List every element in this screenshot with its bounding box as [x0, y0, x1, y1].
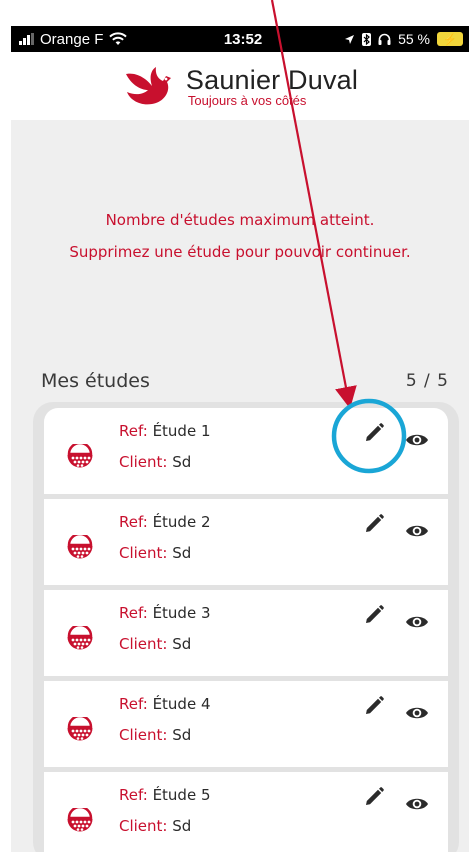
heat-pump-icon	[67, 626, 93, 650]
warning-line-1: Nombre d'études maximum atteint.	[105, 211, 375, 229]
study-card[interactable]: Ref: Étude 5 Client: Sd	[44, 772, 448, 852]
study-ref: Étude 2	[152, 513, 211, 531]
edit-pencil-icon[interactable]	[363, 786, 385, 808]
study-card[interactable]: Ref: Étude 2 Client: Sd	[44, 499, 448, 585]
ref-label: Ref:	[119, 695, 148, 713]
warning-line-2: Supprimez une étude pour pouvoir continu…	[69, 243, 411, 261]
client-label: Client:	[119, 817, 168, 835]
study-ref-row: Ref: Étude 1	[119, 416, 211, 447]
client-label: Client:	[119, 453, 168, 471]
study-client: Sd	[172, 726, 192, 744]
heat-pump-icon	[67, 808, 93, 832]
status-bar: Orange F 13:52 55 % ⚡	[11, 26, 469, 52]
battery-percent: 55 %	[398, 31, 430, 47]
study-card-text: Ref: Étude 5 Client: Sd	[119, 780, 211, 842]
heat-pump-icon	[67, 444, 93, 468]
study-card-text: Ref: Étude 2 Client: Sd	[119, 507, 211, 569]
view-eye-icon[interactable]	[405, 705, 429, 721]
location-arrow-icon	[345, 34, 355, 44]
client-label: Client:	[119, 635, 168, 653]
status-bar-left: Orange F	[11, 31, 181, 48]
ref-label: Ref:	[119, 513, 148, 531]
study-client-row: Client: Sd	[119, 538, 211, 569]
studies-count: 5 / 5	[405, 371, 449, 391]
study-ref-row: Ref: Étude 3	[119, 598, 211, 629]
brand-tagline: Toujours à vos côtés	[187, 92, 307, 108]
study-client: Sd	[172, 817, 192, 835]
saunier-duval-bird-logo-icon	[125, 67, 171, 105]
study-card-text: Ref: Étude 3 Client: Sd	[119, 598, 211, 660]
studies-list: Ref: Étude 1 Client: Sd Ref: Étude 2 Cli…	[33, 402, 459, 852]
edit-pencil-icon[interactable]	[363, 604, 385, 626]
status-bar-right: 55 % ⚡	[305, 31, 469, 47]
studies-list-header: Mes études 5 / 5	[41, 370, 449, 392]
wifi-icon	[109, 32, 128, 45]
study-ref-row: Ref: Étude 4	[119, 689, 211, 720]
brand-name: Saunier Duval	[185, 64, 359, 95]
study-client-row: Client: Sd	[119, 629, 211, 660]
study-card[interactable]: Ref: Étude 3 Client: Sd	[44, 590, 448, 676]
view-eye-icon[interactable]	[405, 523, 429, 539]
bluetooth-icon	[362, 32, 372, 46]
study-client: Sd	[172, 635, 192, 653]
study-client-row: Client: Sd	[119, 811, 211, 842]
status-time: 13:52	[223, 30, 263, 48]
client-label: Client:	[119, 726, 168, 744]
app-header: Saunier Duval Toujours à vos côtés	[11, 52, 469, 120]
ref-label: Ref:	[119, 786, 148, 804]
study-card-text: Ref: Étude 4 Client: Sd	[119, 689, 211, 751]
ref-label: Ref:	[119, 422, 148, 440]
heat-pump-icon	[67, 535, 93, 559]
study-ref: Étude 4	[152, 695, 211, 713]
brand-text: Saunier Duval Toujours à vos côtés	[186, 65, 358, 108]
study-client: Sd	[172, 453, 192, 471]
view-eye-icon[interactable]	[405, 614, 429, 630]
signal-icon	[19, 33, 34, 45]
study-client-row: Client: Sd	[119, 720, 211, 751]
edit-pencil-icon[interactable]	[363, 513, 385, 535]
headphones-icon	[378, 33, 391, 45]
edit-pencil-icon[interactable]	[363, 422, 385, 444]
main-content: Nombre d'études maximum atteint. Supprim…	[11, 120, 469, 852]
heat-pump-icon	[67, 717, 93, 741]
study-ref: Étude 1	[152, 422, 211, 440]
battery-charging-icon: ⚡	[437, 32, 463, 46]
study-ref: Étude 3	[152, 604, 211, 622]
studies-title: Mes études	[41, 370, 150, 392]
carrier-name: Orange F	[40, 30, 104, 48]
client-label: Client:	[119, 544, 168, 562]
ref-label: Ref:	[119, 604, 148, 622]
max-studies-warning: Nombre d'études maximum atteint. Supprim…	[11, 204, 469, 268]
view-eye-icon[interactable]	[405, 796, 429, 812]
study-card[interactable]: Ref: Étude 1 Client: Sd	[44, 408, 448, 494]
view-eye-icon[interactable]	[405, 432, 429, 448]
study-card-text: Ref: Étude 1 Client: Sd	[119, 416, 211, 478]
study-ref-row: Ref: Étude 2	[119, 507, 211, 538]
study-ref: Étude 5	[152, 786, 211, 804]
edit-pencil-icon[interactable]	[363, 695, 385, 717]
study-ref-row: Ref: Étude 5	[119, 780, 211, 811]
study-card[interactable]: Ref: Étude 4 Client: Sd	[44, 681, 448, 767]
study-client-row: Client: Sd	[119, 447, 211, 478]
study-client: Sd	[172, 544, 192, 562]
